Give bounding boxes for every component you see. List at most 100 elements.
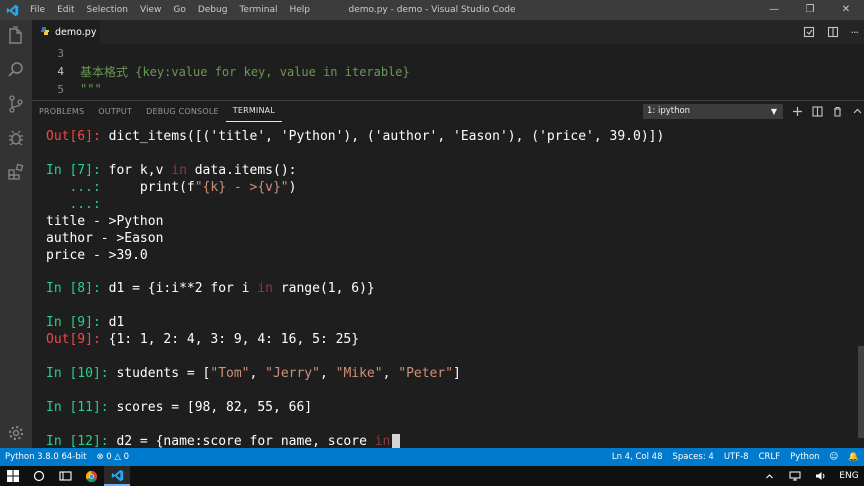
terminal-line: title - >Python bbox=[46, 214, 164, 229]
restore-icon[interactable]: ❐ bbox=[792, 0, 828, 20]
line-code: 基本格式 {key:value for key, value in iterab… bbox=[80, 64, 410, 79]
terminal-line: In [8]: d1 = {i:i**2 for i in range(1, 6… bbox=[46, 280, 375, 297]
editor-line: 5 """ bbox=[32, 80, 864, 98]
terminal-line: price - >39.0 bbox=[46, 248, 148, 263]
code-editor[interactable]: 3 4 基本格式 {key:value for key, value in it… bbox=[32, 44, 864, 98]
in-prompt: In [9]: bbox=[46, 315, 109, 330]
menu-go[interactable]: Go bbox=[167, 0, 191, 20]
terminal-text: data.items(): bbox=[186, 163, 297, 178]
in-prompt: In [10]: bbox=[46, 366, 117, 381]
system-tray-chevron-icon[interactable] bbox=[756, 466, 782, 486]
explorer-icon[interactable] bbox=[6, 26, 26, 46]
editor-tabs: demo.py ··· bbox=[32, 20, 864, 44]
line-number: 5 bbox=[57, 82, 64, 96]
terminal-select[interactable]: 1: ipython ▼ bbox=[643, 104, 783, 119]
line-ending[interactable]: CRLF bbox=[754, 452, 785, 462]
terminal-text: students = [ bbox=[116, 366, 211, 381]
close-window-icon[interactable]: ✕ bbox=[828, 0, 864, 20]
terminal-line: In [7]: for k,v in data.items(): bbox=[46, 162, 296, 179]
warning-count: 0 bbox=[123, 452, 130, 462]
terminal-scrollbar[interactable] bbox=[858, 346, 864, 438]
tab-output[interactable]: OUTPUT bbox=[91, 102, 139, 122]
keyword: in bbox=[171, 163, 187, 178]
tab-problems[interactable]: PROBLEMS bbox=[32, 102, 91, 122]
terminal-line-active: In [12]: d2 = {name:score for name, scor… bbox=[46, 433, 401, 448]
menu-terminal[interactable]: Terminal bbox=[233, 0, 283, 20]
terminal-line: In [11]: scores = [98, 82, 55, 66] bbox=[46, 399, 312, 416]
python-file-icon bbox=[40, 26, 50, 39]
vscode-logo-icon bbox=[0, 4, 24, 17]
debug-icon[interactable] bbox=[6, 128, 26, 148]
menu-help[interactable]: Help bbox=[283, 0, 316, 20]
string-literal: "{k} - >{v}" bbox=[194, 180, 289, 195]
trash-icon[interactable] bbox=[832, 106, 843, 119]
terminal-text: d1 = {i:i**2 for i bbox=[108, 281, 258, 296]
settings-gear-icon[interactable] bbox=[6, 423, 26, 443]
chevron-down-icon: ▼ bbox=[770, 107, 777, 116]
encoding[interactable]: UTF-8 bbox=[719, 452, 754, 462]
terminal-line: In [9]: d1 bbox=[46, 314, 124, 331]
separator: , bbox=[382, 366, 399, 381]
terminal-text: {1: 1, 2: 4, 3: 9, 4: 16, 5: 25} bbox=[108, 332, 360, 347]
search-circle-icon[interactable] bbox=[26, 466, 52, 486]
new-terminal-icon[interactable] bbox=[792, 106, 803, 119]
bell-icon[interactable]: 🔔 bbox=[843, 452, 864, 462]
windows-start-icon[interactable] bbox=[0, 466, 26, 486]
input-language[interactable]: ENG bbox=[834, 466, 864, 486]
error-count: 0 bbox=[106, 452, 112, 462]
in-prompt: In [8]: bbox=[46, 281, 109, 296]
status-bar: Python 3.8.0 64-bit ⊗ 0 △ 0 Ln 4, Col 48… bbox=[0, 448, 864, 466]
menu-edit[interactable]: Edit bbox=[51, 0, 80, 20]
terminal-text: ] bbox=[453, 366, 461, 381]
tab-terminal[interactable]: TERMINAL bbox=[225, 101, 283, 122]
terminal-text: for k,v bbox=[108, 163, 172, 178]
terminal-line: ...: bbox=[46, 196, 100, 213]
search-icon[interactable] bbox=[6, 60, 26, 80]
menu-debug[interactable]: Debug bbox=[192, 0, 234, 20]
panel-header: PROBLEMS OUTPUT DEBUG CONSOLE TERMINAL 1… bbox=[32, 100, 864, 122]
chevron-up-icon[interactable] bbox=[852, 106, 863, 119]
editor-line: 3 bbox=[32, 44, 864, 62]
tab-debug-console[interactable]: DEBUG CONSOLE bbox=[139, 102, 226, 122]
panel-actions bbox=[792, 101, 864, 123]
terminal-text: dict_items([('title', 'Python'), ('autho… bbox=[108, 129, 665, 144]
cursor-position[interactable]: Ln 4, Col 48 bbox=[607, 452, 668, 462]
more-actions-icon[interactable]: ··· bbox=[851, 26, 859, 39]
task-view-icon[interactable] bbox=[52, 466, 78, 486]
string-literal: "Tom" bbox=[210, 366, 250, 381]
source-control-icon[interactable] bbox=[6, 94, 26, 114]
line-number: 3 bbox=[57, 46, 64, 60]
taskbar: ENG bbox=[0, 466, 864, 486]
chrome-icon[interactable] bbox=[78, 466, 104, 486]
vscode-taskbar-icon[interactable] bbox=[104, 466, 130, 486]
minimize-icon[interactable]: — bbox=[756, 0, 792, 20]
window-controls: — ❐ ✕ bbox=[756, 0, 864, 20]
terminal-line: author - >Eason bbox=[46, 231, 164, 246]
terminal-line: Out[9]: {1: 1, 2: 4, 3: 9, 4: 16, 5: 25} bbox=[46, 331, 359, 348]
feedback-icon[interactable]: ☺ bbox=[825, 452, 844, 462]
network-icon[interactable] bbox=[782, 466, 808, 486]
terminal-line: Out[6]: dict_items([('title', 'Python'),… bbox=[46, 128, 664, 145]
line-code: """ bbox=[80, 82, 102, 96]
in-prompt: In [7]: bbox=[46, 163, 109, 178]
open-changes-icon[interactable] bbox=[803, 23, 815, 42]
tab-demo-py[interactable]: demo.py bbox=[32, 20, 100, 44]
menu-view[interactable]: View bbox=[134, 0, 167, 20]
menu-file[interactable]: File bbox=[24, 0, 51, 20]
language-mode[interactable]: Python bbox=[785, 452, 824, 462]
python-interpreter[interactable]: Python 3.8.0 64-bit bbox=[0, 452, 91, 462]
split-terminal-icon[interactable] bbox=[812, 105, 823, 119]
volume-icon[interactable] bbox=[808, 466, 834, 486]
problems-summary[interactable]: ⊗ 0 △ 0 bbox=[91, 452, 134, 462]
terminal-text: scores = [98, 82, 55, 66] bbox=[116, 400, 313, 415]
terminal-text: ) bbox=[288, 180, 297, 195]
terminal[interactable]: Out[6]: dict_items([('title', 'Python'),… bbox=[32, 124, 864, 448]
extensions-icon[interactable] bbox=[6, 162, 26, 182]
error-icon: ⊗ bbox=[96, 452, 104, 462]
split-editor-icon[interactable] bbox=[827, 23, 839, 42]
menu-selection[interactable]: Selection bbox=[81, 0, 134, 20]
menu-bar: File Edit Selection View Go Debug Termin… bbox=[24, 0, 316, 20]
keyword: in bbox=[374, 434, 391, 448]
indentation[interactable]: Spaces: 4 bbox=[668, 452, 719, 462]
continuation-prompt: ...: bbox=[46, 180, 109, 195]
